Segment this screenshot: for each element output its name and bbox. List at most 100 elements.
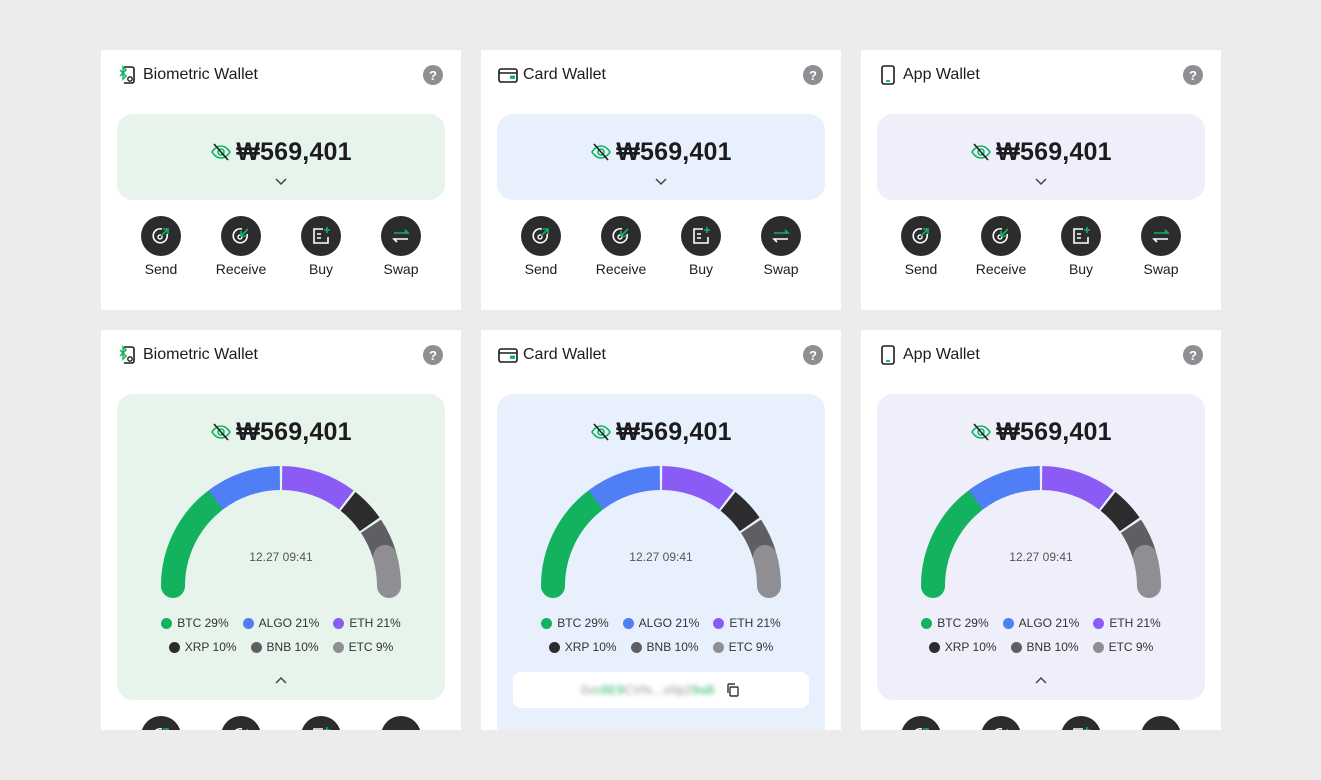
wallet-address-box[interactable]: 0xc8E9CVfs...x0p29aB: [513, 672, 809, 708]
buy-label: Buy: [1068, 261, 1094, 277]
card-wallet-icon: [497, 64, 519, 86]
send-button[interactable]: Send: [881, 216, 961, 277]
swap-button[interactable]: [361, 716, 441, 730]
chevron-up-icon[interactable]: [1033, 673, 1049, 689]
receive-button[interactable]: Receive: [201, 216, 281, 277]
legend-label: ETC 9%: [728, 640, 774, 654]
action-bar: [121, 716, 441, 730]
send-button[interactable]: Send: [121, 216, 201, 277]
balance-amount: ₩569,401: [236, 417, 352, 446]
chevron-down-icon[interactable]: [653, 173, 669, 189]
send-button[interactable]: [121, 716, 201, 730]
help-icon[interactable]: ?: [803, 65, 823, 85]
balance-panel: ₩569,401: [117, 114, 445, 200]
legend-label: ETH 21%: [1109, 616, 1161, 630]
address-part: CVfs...x0p2: [624, 683, 692, 697]
legend-etc: ETC 9%: [712, 640, 774, 654]
buy-button[interactable]: Buy: [1041, 216, 1121, 277]
address-part: 0x: [581, 683, 595, 697]
buy-label: Buy: [308, 261, 334, 277]
wallet-title: App Wallet: [903, 346, 980, 363]
buy-button[interactable]: [1041, 716, 1121, 730]
card-header: Card Wallet ?: [497, 64, 825, 86]
gauge-segment-algo: [968, 466, 1041, 510]
legend-bnb: BNB 10%: [250, 640, 319, 654]
receive-icon: [235, 727, 249, 730]
gauge-segment-eth: [281, 466, 354, 510]
hide-balance-icon[interactable]: [970, 141, 992, 163]
receive-icon: [612, 227, 629, 244]
legend-dot: [161, 617, 173, 629]
receive-button[interactable]: [201, 716, 281, 730]
legend-dot: [242, 617, 254, 629]
swap-label: Swap: [1143, 261, 1179, 277]
swap-button[interactable]: [1121, 716, 1201, 730]
receive-button[interactable]: Receive: [581, 216, 661, 277]
receive-button[interactable]: Receive: [961, 216, 1041, 277]
wallet-card-biometric-expanded: Biometric Wallet ? ₩569,401 12.27 09:41 …: [101, 330, 461, 730]
send-button[interactable]: [881, 716, 961, 730]
gauge-segment-algo: [208, 466, 281, 510]
gauge-segment-eth: [1041, 466, 1114, 510]
legend-algo: ALGO 21%: [1002, 616, 1079, 630]
buy-icon: [313, 227, 330, 244]
chevron-up-icon[interactable]: [273, 673, 289, 689]
buy-icon: [1073, 227, 1090, 244]
legend-dot: [250, 641, 262, 653]
help-icon[interactable]: ?: [423, 345, 443, 365]
legend-dot: [168, 641, 180, 653]
wallet-title: Biometric Wallet: [143, 346, 258, 363]
legend-dot: [712, 641, 724, 653]
legend-etc: ETC 9%: [332, 640, 393, 654]
legend-row-1: BTC 29% ALGO 21% ETH 21%: [497, 616, 825, 630]
legend-dot: [1093, 617, 1105, 629]
chevron-down-icon[interactable]: [1033, 173, 1049, 189]
buy-button[interactable]: Buy: [281, 216, 361, 277]
swap-icon: [772, 229, 790, 243]
swap-button[interactable]: Swap: [741, 216, 821, 277]
legend-dot: [541, 617, 553, 629]
legend-label: ETH 21%: [349, 616, 401, 630]
legend-dot: [630, 641, 642, 653]
swap-button[interactable]: Swap: [361, 216, 441, 277]
wallet-title: Biometric Wallet: [143, 66, 258, 83]
hide-balance-icon[interactable]: [970, 421, 992, 443]
timestamp: 12.27 09:41: [629, 550, 693, 564]
card-header: App Wallet ?: [877, 64, 1205, 86]
timestamp: 12.27 09:41: [1009, 550, 1073, 564]
address-part: 9aB: [691, 683, 715, 697]
buy-button[interactable]: Buy: [661, 216, 741, 277]
receive-icon: [232, 227, 249, 244]
legend-dot: [332, 641, 344, 653]
help-icon[interactable]: ?: [1183, 345, 1203, 365]
card-header: App Wallet ?: [877, 344, 1205, 366]
legend-eth: ETH 21%: [1093, 616, 1161, 630]
buy-button[interactable]: [281, 716, 361, 730]
hide-balance-icon[interactable]: [210, 141, 232, 163]
help-icon[interactable]: ?: [423, 65, 443, 85]
card-wallet-icon: [497, 344, 519, 366]
legend-dot: [1010, 641, 1022, 653]
card-header: Biometric Wallet ?: [117, 64, 445, 86]
gauge-segment-xrp: [720, 491, 760, 532]
legend-dot: [928, 641, 940, 653]
wallet-title: App Wallet: [903, 66, 980, 83]
balance-panel-expanded: ₩569,401 12.27 09:41 BTC 29% ALGO 21% ET…: [117, 394, 445, 700]
send-label: Send: [524, 261, 558, 277]
wallet-card-card-collapsed: Card Wallet ? ₩569,401 Send Receive Buy …: [481, 50, 841, 310]
help-icon[interactable]: ?: [1183, 65, 1203, 85]
gauge-segment-btc: [921, 489, 986, 598]
hide-balance-icon[interactable]: [210, 421, 232, 443]
biometric-wallet-icon: [117, 64, 139, 86]
receive-button[interactable]: [961, 716, 1041, 730]
swap-button[interactable]: Swap: [1121, 216, 1201, 277]
send-button[interactable]: Send: [501, 216, 581, 277]
legend-dot: [333, 617, 345, 629]
receive-icon: [992, 227, 1009, 244]
help-icon[interactable]: ?: [803, 345, 823, 365]
hide-balance-icon[interactable]: [590, 141, 612, 163]
copy-icon[interactable]: [725, 682, 741, 698]
chevron-down-icon[interactable]: [273, 173, 289, 189]
legend-btc: BTC 29%: [541, 616, 609, 630]
hide-balance-icon[interactable]: [590, 421, 612, 443]
